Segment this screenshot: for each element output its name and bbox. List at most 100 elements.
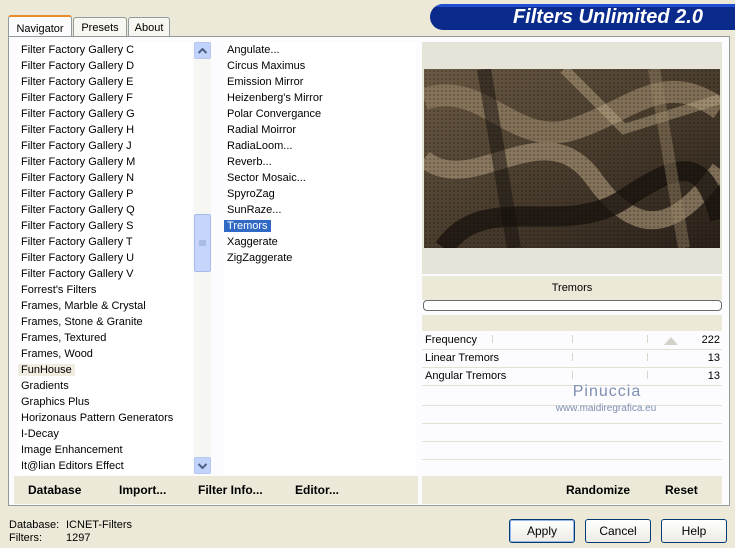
category-label: Filter Factory Gallery P <box>21 188 134 200</box>
category-item[interactable]: Image Enhancement <box>18 442 192 458</box>
help-button[interactable]: Help <box>661 519 727 543</box>
filter-item[interactable]: Tremors <box>224 218 416 234</box>
list-toolbar: Database Import... Filter Info... Editor… <box>14 476 418 504</box>
tab-navigator[interactable]: Navigator <box>8 15 72 38</box>
database-button[interactable]: Database <box>28 483 81 497</box>
filter-label: RadiaLoom... <box>227 140 293 152</box>
status-database-value: ICNET-Filters <box>66 519 132 531</box>
category-item[interactable]: Filter Factory Gallery H <box>18 122 192 138</box>
category-scrollbar[interactable] <box>194 42 211 474</box>
category-item[interactable]: Frames, Stone & Granite <box>18 314 192 330</box>
category-item[interactable]: I-Decay <box>18 426 192 442</box>
filter-item[interactable]: Angulate... <box>224 42 416 58</box>
filter-item[interactable]: Emission Mirror <box>224 74 416 90</box>
category-label: Horizonaus Pattern Generators <box>21 412 174 424</box>
cancel-button[interactable]: Cancel <box>585 519 651 543</box>
category-item[interactable]: Filter Factory Gallery U <box>18 250 192 266</box>
category-label: Filter Factory Gallery D <box>21 60 135 72</box>
parameter-slider[interactable]: Linear Tremors 13 <box>422 349 722 368</box>
category-label: Filter Factory Gallery V <box>21 268 134 280</box>
filter-label: Polar Convergance <box>227 108 322 120</box>
category-item[interactable]: Horizonaus Pattern Generators <box>18 410 192 426</box>
filter-label: SunRaze... <box>227 204 282 216</box>
apply-button[interactable]: Apply <box>509 519 575 543</box>
filter-item[interactable]: ZigZaggerate <box>224 250 416 266</box>
parameter-toolbar: Randomize Reset <box>422 476 722 504</box>
filter-info-button[interactable]: Filter Info... <box>198 483 263 497</box>
filter-label: Circus Maximus <box>227 60 306 72</box>
filter-item[interactable]: SunRaze... <box>224 202 416 218</box>
category-item[interactable]: Graphics Plus <box>18 394 192 410</box>
grip-icon <box>199 240 206 245</box>
category-item[interactable]: Filter Factory Gallery D <box>18 58 192 74</box>
category-item[interactable]: Filter Factory Gallery M <box>18 154 192 170</box>
status-filters-value: 1297 <box>66 532 91 544</box>
editor-button[interactable]: Editor... <box>295 483 339 497</box>
category-item[interactable]: Filter Factory Gallery F <box>18 90 192 106</box>
category-list[interactable]: Filter Factory Gallery C Filter Factory G… <box>18 42 192 474</box>
filter-item[interactable]: Xaggerate <box>224 234 416 250</box>
filter-label: SpyroZag <box>227 188 275 200</box>
category-label: Filter Factory Gallery H <box>21 124 135 136</box>
parameter-label: Frequency <box>425 334 477 346</box>
import-button[interactable]: Import... <box>119 483 166 497</box>
reset-button[interactable]: Reset <box>665 483 698 497</box>
category-item[interactable]: Forrest's Filters <box>18 282 192 298</box>
filter-item[interactable]: Reverb... <box>224 154 416 170</box>
category-label: Filter Factory Gallery J <box>21 140 132 152</box>
parameter-value: 13 <box>707 352 720 364</box>
category-label: Filter Factory Gallery S <box>21 220 134 232</box>
category-label: I-Decay <box>21 428 59 440</box>
category-item[interactable]: Frames, Textured <box>18 330 192 346</box>
category-item[interactable]: Gradients <box>18 378 192 394</box>
filter-list[interactable]: Angulate... Circus Maximus Emission Mirror… <box>224 42 416 474</box>
parameter-panel: Frequency 222 Linear Tremors 13 Angular Trem… <box>422 315 722 475</box>
category-item[interactable]: Filter Factory Gallery S <box>18 218 192 234</box>
preview-texture <box>424 69 720 248</box>
parameter-label: Angular Tremors <box>425 370 507 382</box>
filter-item[interactable]: SpyroZag <box>224 186 416 202</box>
category-item[interactable]: Filter Factory Gallery Q <box>18 202 192 218</box>
scroll-up-button[interactable] <box>194 42 211 59</box>
parameter-value: 13 <box>707 370 720 382</box>
watermark-url: www.maidiregrafica.eu <box>555 403 657 414</box>
category-label: Frames, Wood <box>21 348 93 360</box>
category-label: Image Enhancement <box>21 444 123 456</box>
tab-presets[interactable]: Presets <box>73 17 127 37</box>
category-label: Frames, Textured <box>21 332 107 344</box>
filter-item[interactable]: Circus Maximus <box>224 58 416 74</box>
scroll-thumb[interactable] <box>194 214 211 272</box>
category-item[interactable]: Filter Factory Gallery J <box>18 138 192 154</box>
filter-item[interactable]: Polar Convergance <box>224 106 416 122</box>
filter-label: Emission Mirror <box>227 76 304 88</box>
chevron-down-icon <box>198 462 207 469</box>
filter-item[interactable]: Radial Moirror <box>224 122 416 138</box>
category-item[interactable]: It@lian Editors Effect <box>18 458 192 474</box>
filter-item[interactable]: Heizenberg's Mirror <box>224 90 416 106</box>
category-label: Filter Factory Gallery Q <box>21 204 135 216</box>
filter-item[interactable]: Sector Mosaic... <box>224 170 416 186</box>
category-label: Filter Factory Gallery N <box>21 172 135 184</box>
scroll-down-button[interactable] <box>194 457 211 474</box>
filter-item[interactable]: RadiaLoom... <box>224 138 416 154</box>
filter-label: Radial Moirror <box>227 124 297 136</box>
category-item[interactable]: Filter Factory Gallery N <box>18 170 192 186</box>
randomize-button[interactable]: Randomize <box>566 483 630 497</box>
tab-about[interactable]: About <box>128 17 170 37</box>
filter-label: Reverb... <box>227 156 272 168</box>
parameter-value: 222 <box>701 334 720 346</box>
slider-thumb[interactable] <box>664 337 678 345</box>
category-item[interactable]: Filter Factory Gallery G <box>18 106 192 122</box>
category-item[interactable]: Filter Factory Gallery T <box>18 234 192 250</box>
category-item[interactable]: FunHouse <box>18 362 192 378</box>
parameter-slider[interactable]: Frequency 222 <box>422 331 722 350</box>
preview-image[interactable] <box>424 69 720 248</box>
category-item[interactable]: Filter Factory Gallery E <box>18 74 192 90</box>
category-item[interactable]: Frames, Marble & Crystal <box>18 298 192 314</box>
category-item[interactable]: Filter Factory Gallery P <box>18 186 192 202</box>
category-item[interactable]: Frames, Wood <box>18 346 192 362</box>
category-item[interactable]: Filter Factory Gallery V <box>18 266 192 282</box>
category-label: Gradients <box>21 380 69 392</box>
category-item[interactable]: Filter Factory Gallery C <box>18 42 192 58</box>
category-label: Graphics Plus <box>21 396 90 408</box>
